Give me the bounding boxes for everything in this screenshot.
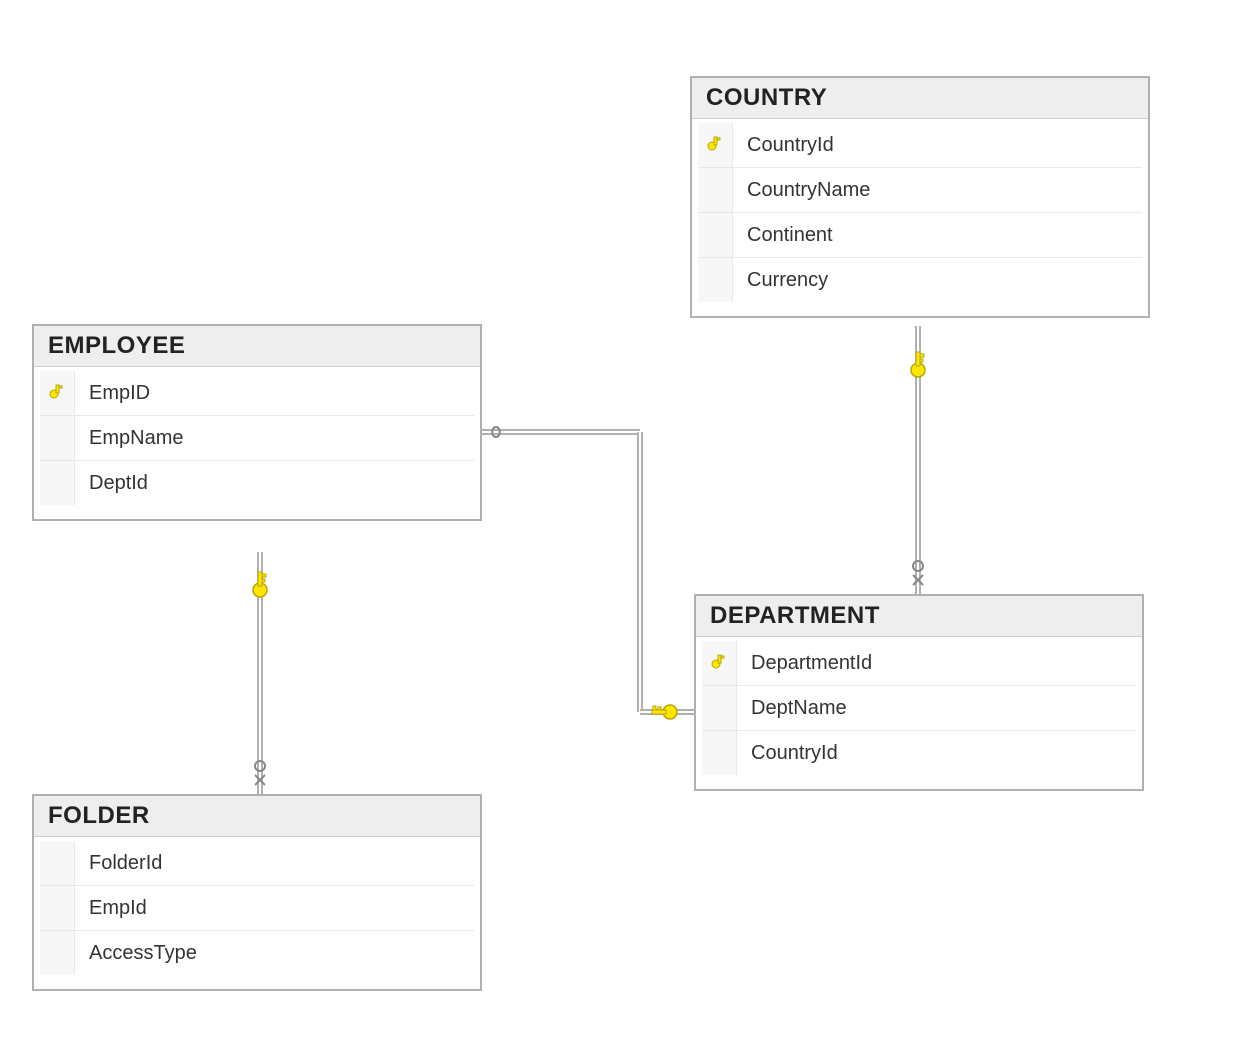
entity-employee[interactable]: EMPLOYEE EmpID EmpName DeptId xyxy=(32,324,482,521)
pk-cell xyxy=(40,416,75,460)
column-row[interactable]: AccessType xyxy=(40,931,474,975)
column-row[interactable]: DeptId xyxy=(40,461,474,505)
column-name: AccessType xyxy=(75,942,197,965)
entity-title: DEPARTMENT xyxy=(696,596,1142,637)
column-name: DeptName xyxy=(737,697,847,720)
pk-cell xyxy=(698,168,733,212)
entity-title: EMPLOYEE xyxy=(34,326,480,367)
column-row[interactable]: DepartmentId xyxy=(702,641,1136,686)
column-row[interactable]: EmpName xyxy=(40,416,474,461)
entity-columns: EmpID EmpName DeptId xyxy=(34,367,480,519)
column-row[interactable]: CountryId xyxy=(702,731,1136,775)
diagram-canvas: COUNTRY CountryId CountryName Continent xyxy=(0,0,1236,1046)
column-name: EmpId xyxy=(75,897,147,920)
entity-folder[interactable]: FOLDER FolderId EmpId AccessType xyxy=(32,794,482,991)
column-name: Currency xyxy=(733,269,828,292)
column-row[interactable]: DeptName xyxy=(702,686,1136,731)
rel-folder-employee xyxy=(253,552,267,794)
pk-cell xyxy=(702,641,737,685)
column-row[interactable]: EmpID xyxy=(40,371,474,416)
column-row[interactable]: FolderId xyxy=(40,841,474,886)
pk-cell xyxy=(698,213,733,257)
key-icon xyxy=(706,134,724,157)
column-name: CountryName xyxy=(733,179,870,202)
column-name: DeptId xyxy=(75,472,148,495)
column-name: CountryId xyxy=(737,742,838,765)
column-name: FolderId xyxy=(75,852,162,875)
key-icon xyxy=(48,382,66,405)
pk-cell xyxy=(40,886,75,930)
pk-cell xyxy=(702,686,737,730)
pk-cell xyxy=(698,258,733,302)
rel-employee-department xyxy=(482,427,694,719)
column-row[interactable]: CountryId xyxy=(698,123,1142,168)
column-name: EmpID xyxy=(75,382,150,405)
column-name: EmpName xyxy=(75,427,183,450)
column-name: Continent xyxy=(733,224,833,247)
pk-cell xyxy=(40,841,75,885)
column-name: DepartmentId xyxy=(737,652,872,675)
pk-cell xyxy=(702,731,737,775)
entity-columns: FolderId EmpId AccessType xyxy=(34,837,480,989)
entity-columns: DepartmentId DeptName CountryId xyxy=(696,637,1142,789)
pk-cell xyxy=(40,931,75,975)
rel-department-country xyxy=(911,326,925,594)
pk-cell xyxy=(40,461,75,505)
column-row[interactable]: Continent xyxy=(698,213,1142,258)
pk-cell xyxy=(698,123,733,167)
entity-title: FOLDER xyxy=(34,796,480,837)
pk-cell xyxy=(40,371,75,415)
entity-columns: CountryId CountryName Continent Currency xyxy=(692,119,1148,316)
entity-title: COUNTRY xyxy=(692,78,1148,119)
column-row[interactable]: Currency xyxy=(698,258,1142,302)
entity-department[interactable]: DEPARTMENT DepartmentId DeptName Country… xyxy=(694,594,1144,791)
entity-country[interactable]: COUNTRY CountryId CountryName Continent xyxy=(690,76,1150,318)
key-icon xyxy=(710,652,728,675)
column-row[interactable]: CountryName xyxy=(698,168,1142,213)
column-name: CountryId xyxy=(733,134,834,157)
column-row[interactable]: EmpId xyxy=(40,886,474,931)
